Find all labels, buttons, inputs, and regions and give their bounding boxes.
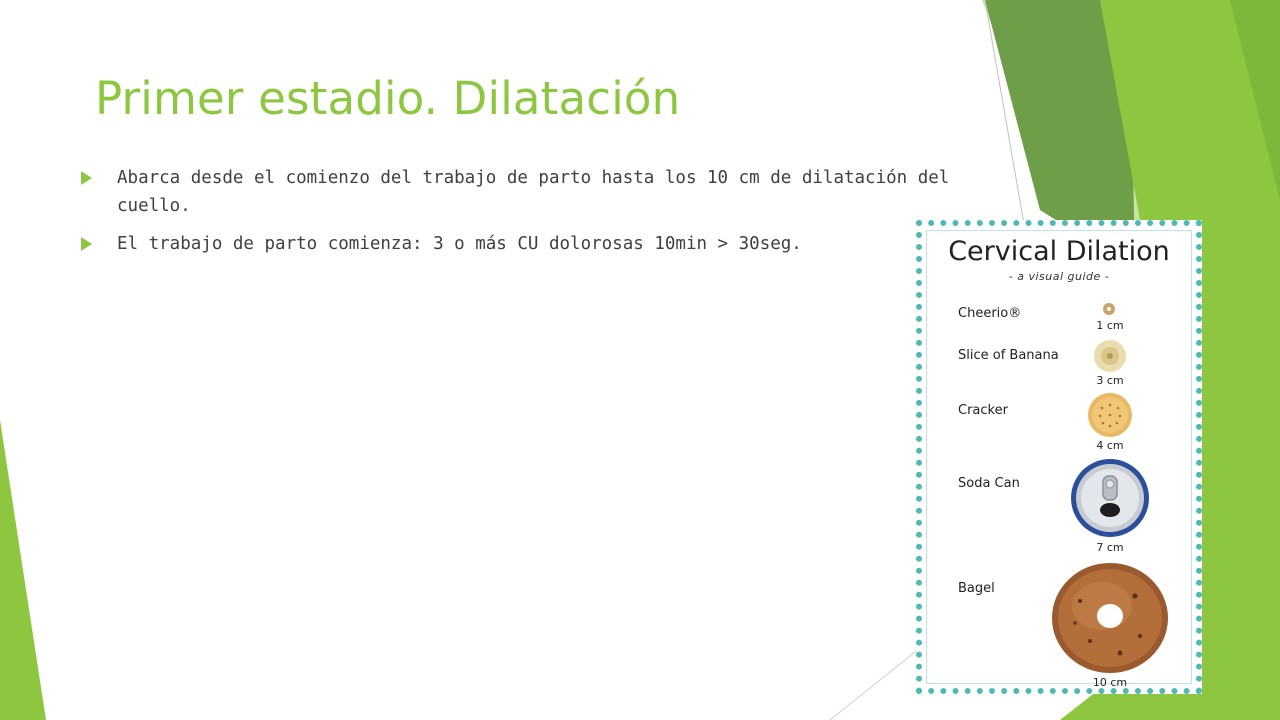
guide-item-label: Cheerio® — [958, 306, 1022, 321]
bullet-item: El trabajo de parto comienza: 3 o más CU… — [80, 230, 960, 258]
guide-item-label: Bagel — [958, 581, 995, 596]
guide-item-size: 10 cm — [1092, 676, 1128, 689]
deco-facet-left — [0, 420, 46, 720]
bullet-list: Abarca desde el comienzo del trabajo de … — [80, 164, 960, 268]
bullet-arrow-icon — [81, 171, 92, 185]
guide-title: Cervical Dilation — [948, 236, 1170, 267]
guide-item-size: 1 cm — [1096, 319, 1124, 332]
banana-slice-icon — [1094, 340, 1126, 372]
guide-item-size: 4 cm — [1096, 439, 1124, 452]
bullet-arrow-icon — [81, 237, 92, 251]
cracker-icon — [1088, 393, 1132, 437]
bagel-icon — [1052, 563, 1168, 673]
guide-item-label: Cracker — [958, 403, 1008, 418]
guide-item-label: Slice of Banana — [958, 348, 1059, 363]
bullet-item: Abarca desde el comienzo del trabajo de … — [80, 164, 960, 220]
soda-can-icon — [1071, 459, 1149, 537]
deco-line-2 — [829, 639, 931, 720]
guide-item-size: 7 cm — [1096, 541, 1124, 554]
guide-subtitle: - a visual guide - — [1008, 270, 1110, 283]
cheerio-icon — [1103, 303, 1115, 315]
cervical-dilation-guide-image: Cervical Dilation - a visual guide - Che… — [916, 220, 1202, 694]
guide-item-size: 3 cm — [1096, 374, 1124, 387]
bullet-text: Abarca desde el comienzo del trabajo de … — [117, 168, 950, 216]
guide-item-label: Soda Can — [958, 476, 1020, 491]
slide-title: Primer estadio. Dilatación — [95, 72, 681, 125]
bullet-text: El trabajo de parto comienza: 3 o más CU… — [117, 234, 802, 254]
